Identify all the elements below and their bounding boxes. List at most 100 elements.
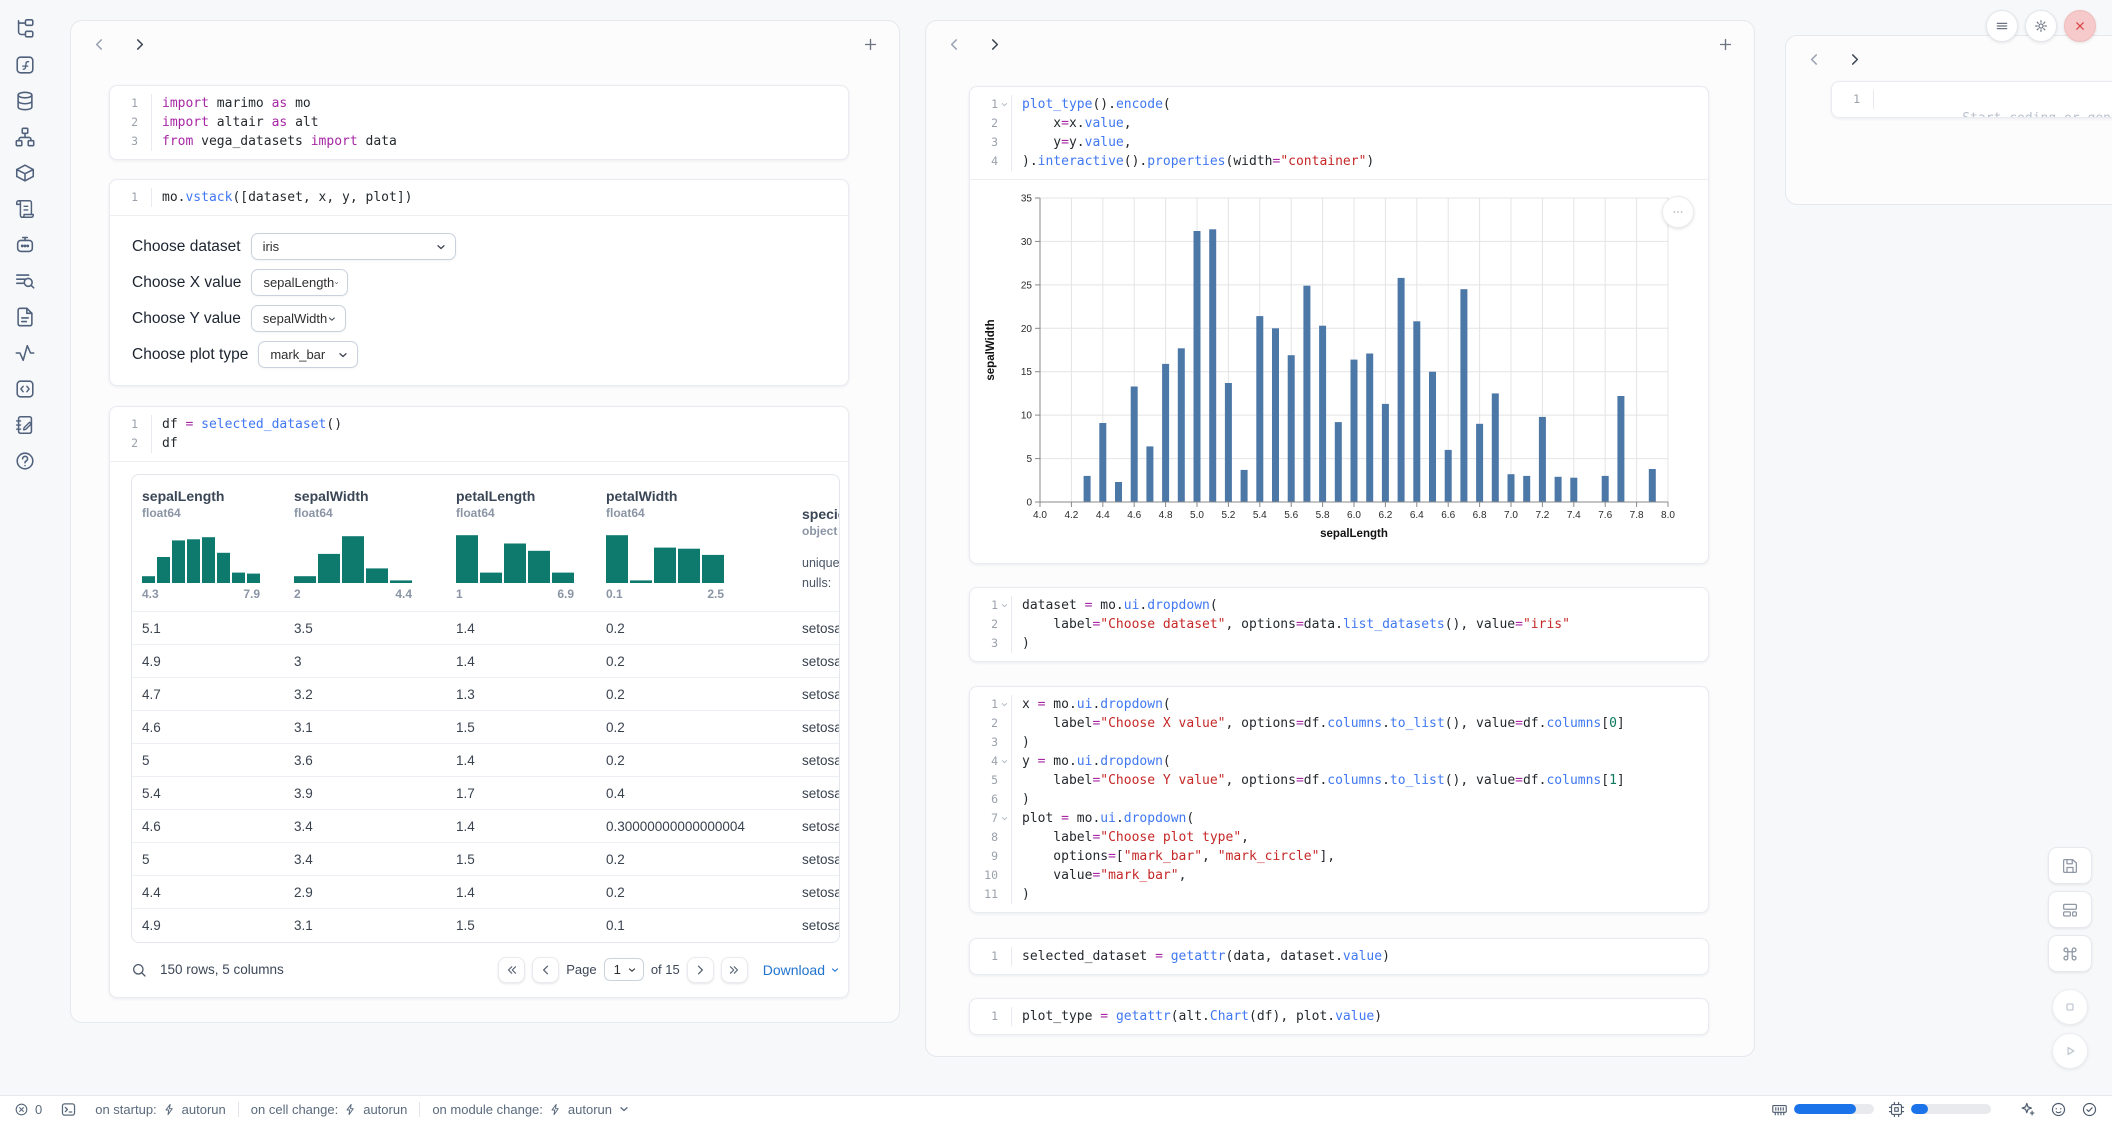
- stop-button[interactable]: [2052, 989, 2088, 1025]
- sidebar-snippets-button[interactable]: [14, 378, 36, 400]
- download-button[interactable]: Download: [763, 962, 840, 978]
- code-editor[interactable]: 1x = mo.ui.dropdown(2 label="Choose X va…: [970, 687, 1708, 912]
- table-row[interactable]: 4.63.41.40.30000000000000004setosa: [132, 810, 840, 843]
- chevron-right-icon[interactable]: [1846, 51, 1863, 68]
- last-page-button[interactable]: [721, 957, 748, 983]
- code-editor[interactable]: 1selected_dataset = getattr(data, datase…: [970, 939, 1708, 974]
- column-histogram[interactable]: [606, 531, 724, 583]
- chevron-left-icon[interactable]: [946, 36, 963, 53]
- code-line[interactable]: 2df: [110, 434, 848, 453]
- sidebar-documentation-button[interactable]: [14, 306, 36, 328]
- cell-chart[interactable]: 1plot_type().encode(2 x=x.value,3 y=y.va…: [969, 86, 1709, 564]
- sidebar-logs-button[interactable]: [14, 198, 36, 220]
- page-select[interactable]: 1: [604, 958, 644, 981]
- dropdown-select-1[interactable]: sepalLength: [251, 269, 348, 296]
- chevron-left-icon[interactable]: [1806, 51, 1823, 68]
- column-header[interactable]: species: [802, 493, 840, 522]
- column-histogram[interactable]: [142, 531, 260, 583]
- sidebar-file-explorer-button[interactable]: [14, 18, 36, 40]
- fold-chevron-icon[interactable]: [998, 596, 1011, 615]
- settings-button[interactable]: [2025, 10, 2057, 42]
- on-module-change-setting[interactable]: on module change: autorun: [432, 1102, 630, 1117]
- column-header[interactable]: petalWidth: [606, 475, 792, 504]
- layout-button[interactable]: [2048, 891, 2092, 928]
- dropdown-select-3[interactable]: mark_bar: [258, 341, 358, 368]
- table-row[interactable]: 4.931.40.2setosa: [132, 645, 840, 678]
- table-row[interactable]: 53.41.50.2setosa: [132, 843, 840, 876]
- close-button[interactable]: [2064, 10, 2096, 42]
- code-editor[interactable]: 1plot_type().encode(2 x=x.value,3 y=y.va…: [970, 87, 1708, 179]
- fold-chevron-icon[interactable]: [998, 809, 1011, 828]
- sidebar-help-button[interactable]: [14, 450, 36, 472]
- on-cell-change-setting[interactable]: on cell change: autorun: [251, 1102, 408, 1117]
- copilot-icon[interactable]: [2050, 1101, 2067, 1118]
- fold-chevron-icon[interactable]: [998, 695, 1011, 714]
- add-cell-button[interactable]: [1717, 36, 1734, 53]
- code-line[interactable]: 4).interactive().properties(width="conta…: [970, 152, 1708, 171]
- ai-sparkles-icon[interactable]: [2019, 1101, 2036, 1118]
- keyboard-shortcuts-button[interactable]: [2048, 935, 2092, 972]
- table-row[interactable]: 4.93.11.50.1setosa: [132, 909, 840, 942]
- code-line[interactable]: 10 value="mark_bar",: [970, 866, 1708, 885]
- sidebar-chat-button[interactable]: [14, 234, 36, 256]
- bar-chart[interactable]: 4.04.24.44.64.85.05.25.45.65.86.06.26.46…: [978, 184, 1708, 561]
- column-header[interactable]: sepalLength: [142, 475, 284, 504]
- on-startup-setting[interactable]: on startup: autorun: [95, 1102, 226, 1117]
- fold-chevron-icon[interactable]: [998, 95, 1011, 114]
- code-line[interactable]: 8 label="Choose plot type",: [970, 828, 1708, 847]
- code-line[interactable]: 1plot_type().encode(: [970, 95, 1708, 114]
- code-line[interactable]: 1mo.vstack([dataset, x, y, plot]): [110, 188, 848, 207]
- code-line[interactable]: 3): [970, 733, 1708, 752]
- error-count-badge[interactable]: 0: [14, 1102, 42, 1117]
- code-editor[interactable]: 1plot_type = getattr(alt.Chart(df), plot…: [970, 999, 1708, 1034]
- code-line[interactable]: 7plot = mo.ui.dropdown(: [970, 809, 1708, 828]
- connected-check-icon[interactable]: [2081, 1101, 2098, 1118]
- cell-selected-dataset[interactable]: 1selected_dataset = getattr(data, datase…: [969, 938, 1709, 975]
- first-page-button[interactable]: [498, 957, 525, 983]
- dropdown-select-0[interactable]: iris: [251, 233, 456, 260]
- code-line[interactable]: 1import marimo as mo: [110, 94, 848, 113]
- sidebar-packages-button[interactable]: [14, 162, 36, 184]
- cell-empty[interactable]: 1 Start coding or generate with: [1831, 81, 2112, 118]
- terminal-button[interactable]: [60, 1101, 77, 1118]
- code-line[interactable]: 4y = mo.ui.dropdown(: [970, 752, 1708, 771]
- cell-xy-plot-dropdowns[interactable]: 1x = mo.ui.dropdown(2 label="Choose X va…: [969, 686, 1709, 913]
- table-row[interactable]: 4.63.11.50.2setosa: [132, 711, 840, 744]
- chevron-right-icon[interactable]: [131, 36, 148, 53]
- code-line[interactable]: 11): [970, 885, 1708, 904]
- next-page-button[interactable]: [687, 957, 714, 983]
- run-button[interactable]: [2052, 1033, 2088, 1069]
- code-editor[interactable]: 1df = selected_dataset()2df: [110, 407, 848, 461]
- sidebar-datasources-button[interactable]: [14, 90, 36, 112]
- table-row[interactable]: 4.73.21.30.2setosa: [132, 678, 840, 711]
- add-cell-button[interactable]: [862, 36, 879, 53]
- save-button[interactable]: [2048, 847, 2092, 884]
- sidebar-functions-button[interactable]: [14, 54, 36, 76]
- search-icon[interactable]: [131, 962, 147, 978]
- code-line[interactable]: 3 y=y.value,: [970, 133, 1708, 152]
- cell-imports[interactable]: 1import marimo as mo2import altair as al…: [109, 85, 849, 160]
- code-editor[interactable]: 1import marimo as mo2import altair as al…: [110, 86, 848, 159]
- code-line[interactable]: 2 label="Choose dataset", options=data.l…: [970, 615, 1708, 634]
- table-row[interactable]: 53.61.40.2setosa: [132, 744, 840, 777]
- dropdown-select-2[interactable]: sepalWidth: [251, 305, 346, 332]
- cell-dataset-dropdown[interactable]: 1dataset = mo.ui.dropdown(2 label="Choos…: [969, 587, 1709, 662]
- table-row[interactable]: 4.42.91.40.2setosa: [132, 876, 840, 909]
- sidebar-dependencies-button[interactable]: [14, 126, 36, 148]
- chart-actions-button[interactable]: [1662, 196, 1694, 228]
- cell-plot-type[interactable]: 1plot_type = getattr(alt.Chart(df), plot…: [969, 998, 1709, 1035]
- code-line[interactable]: 1selected_dataset = getattr(data, datase…: [970, 947, 1708, 966]
- code-line[interactable]: 3from vega_datasets import data: [110, 132, 848, 151]
- menu-button[interactable]: [1986, 10, 2018, 42]
- code-line[interactable]: 2 label="Choose X value", options=df.col…: [970, 714, 1708, 733]
- column-histogram[interactable]: [294, 531, 412, 583]
- code-line[interactable]: 9 options=["mark_bar", "mark_circle"],: [970, 847, 1708, 866]
- code-line[interactable]: 1plot_type = getattr(alt.Chart(df), plot…: [970, 1007, 1708, 1026]
- fold-chevron-icon[interactable]: [998, 752, 1011, 771]
- code-line[interactable]: 6): [970, 790, 1708, 809]
- code-line[interactable]: 5 label="Choose Y value", options=df.col…: [970, 771, 1708, 790]
- column-header[interactable]: petalLength: [456, 475, 596, 504]
- code-line[interactable]: 2import altair as alt: [110, 113, 848, 132]
- cell-dataframe[interactable]: 1df = selected_dataset()2df sepalLengthf…: [109, 406, 849, 998]
- sidebar-scratchpad-button[interactable]: [14, 414, 36, 436]
